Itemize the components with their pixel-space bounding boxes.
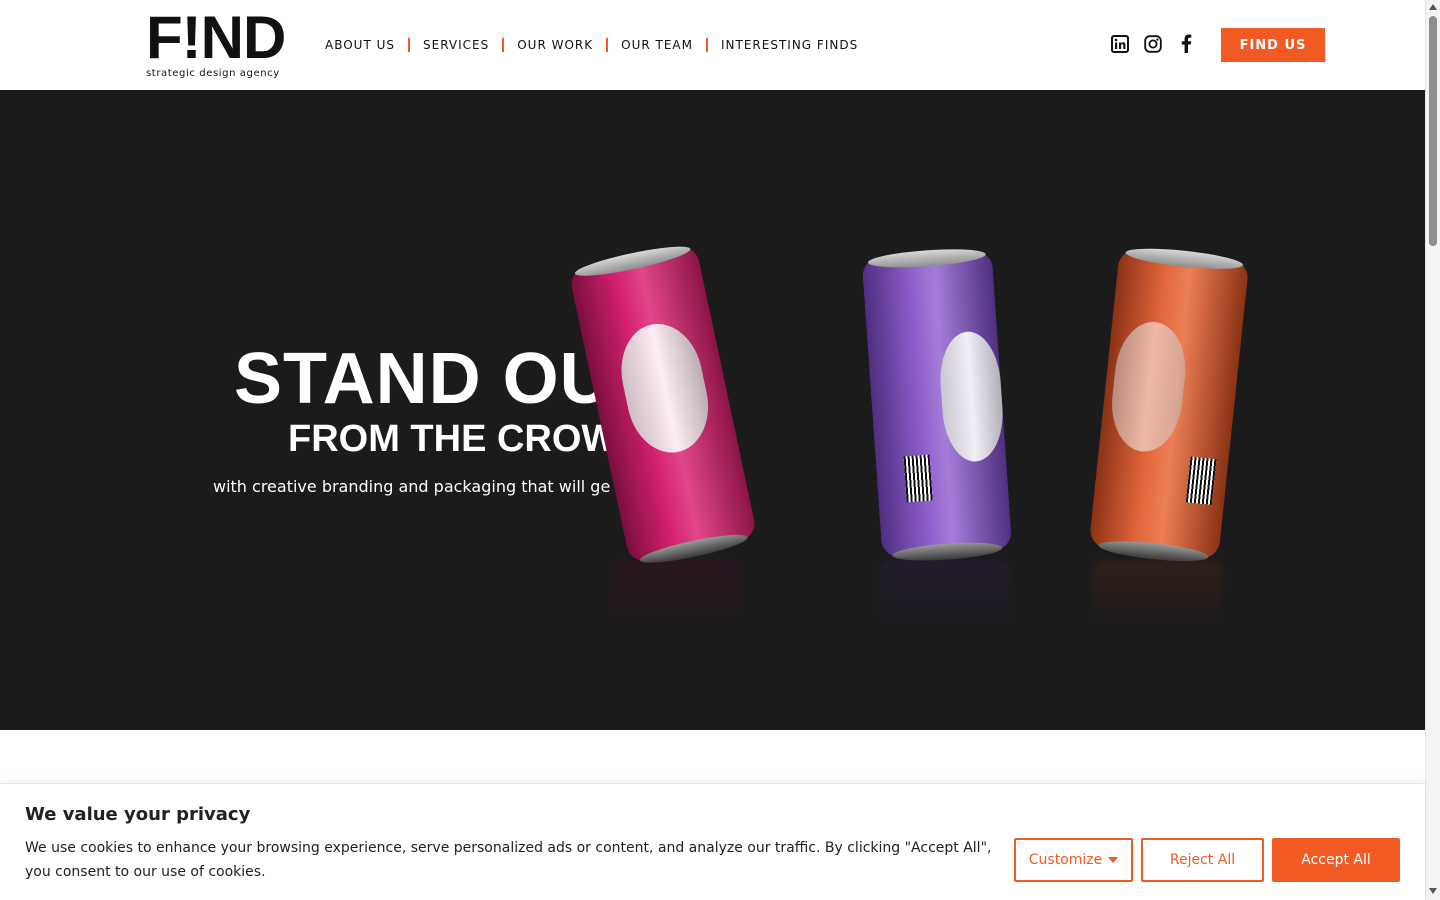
facebook-icon[interactable]: [1176, 34, 1195, 53]
nav-our-work[interactable]: OUR WORK: [517, 38, 593, 52]
caret-down-icon: [1108, 857, 1119, 863]
nav-separator: [502, 38, 505, 52]
nav-separator: [606, 38, 609, 52]
instagram-icon[interactable]: [1143, 34, 1162, 53]
nav-interesting-finds[interactable]: INTERESTING FINDS: [721, 38, 858, 52]
social-links: [1110, 34, 1195, 53]
scrollbar-thumb[interactable]: [1429, 16, 1437, 246]
hero-banner: STAND OUT FROM THE CROWD with creative b…: [0, 90, 1425, 730]
nav-about-us[interactable]: ABOUT US: [325, 38, 395, 52]
logo-tagline: strategic design agency: [146, 68, 280, 79]
cookie-title: We value your privacy: [25, 804, 251, 825]
customize-label: Customize: [1028, 852, 1103, 868]
orange-can-image: [1088, 244, 1250, 565]
page-scrollbar[interactable]: [1425, 0, 1440, 900]
logo-wordmark: F!ND: [146, 4, 286, 71]
nav-services[interactable]: SERVICES: [423, 38, 489, 52]
customize-button[interactable]: Customize: [1014, 838, 1133, 882]
main-nav: ABOUT US SERVICES OUR WORK OUR TEAM INTE…: [325, 36, 858, 54]
nav-separator: [706, 38, 708, 52]
hero-title: STAND OUT: [234, 339, 610, 419]
scroll-up-arrow-icon[interactable]: [1429, 4, 1437, 10]
logo[interactable]: F!ND strategic design agency: [146, 4, 288, 82]
accept-all-button[interactable]: Accept All: [1272, 838, 1400, 882]
reject-all-button[interactable]: Reject All: [1141, 838, 1264, 882]
nav-our-team[interactable]: OUR TEAM: [621, 38, 693, 52]
purple-can-reflection: [880, 560, 1010, 630]
cookie-consent-banner: We value your privacy We use cookies to …: [0, 783, 1425, 900]
scroll-down-arrow-icon[interactable]: [1429, 888, 1437, 894]
find-us-button[interactable]: FIND US: [1221, 28, 1325, 62]
linkedin-icon[interactable]: [1110, 34, 1129, 53]
hero-copy: with creative branding and packaging tha…: [213, 477, 610, 496]
pink-can-reflection: [610, 560, 740, 630]
nav-separator: [408, 38, 411, 52]
hero-subtitle: FROM THE CROWD: [288, 418, 610, 460]
site-header: F!ND strategic design agency ABOUT US SE…: [0, 0, 1425, 90]
orange-can-reflection: [1092, 560, 1222, 630]
cookie-description: We use cookies to enhance your browsing …: [25, 840, 992, 880]
purple-can-image: [861, 246, 1013, 564]
hero-text-block: STAND OUT FROM THE CROWD with creative b…: [0, 90, 610, 730]
